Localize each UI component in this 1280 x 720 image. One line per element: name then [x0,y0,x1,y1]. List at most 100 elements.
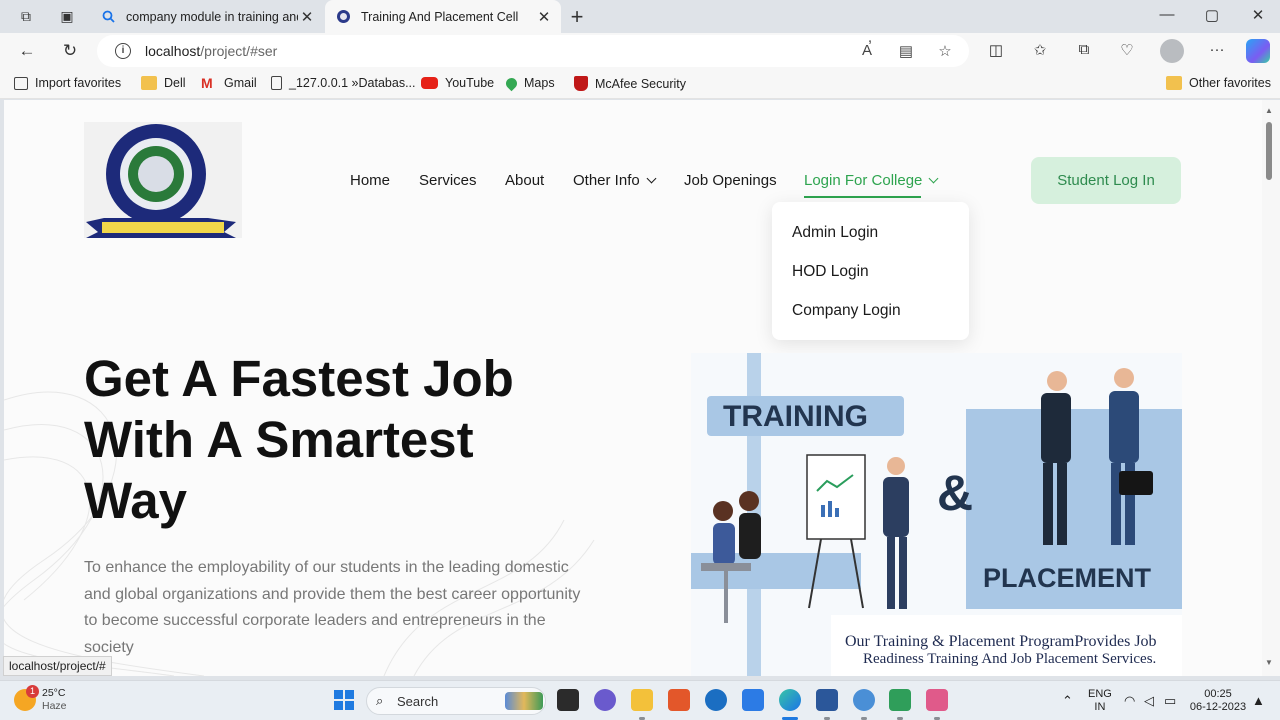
hero-description: To enhance the employability of our stud… [84,559,581,656]
favorite-label: Dell [164,76,186,90]
app-icon[interactable] [889,689,911,711]
favorite-mcafee[interactable]: McAfee Security [574,76,686,91]
volume-icon[interactable]: ◁ [1144,693,1154,709]
nav-login-for-college[interactable]: Login For College [804,172,939,189]
weather-temperature: 25°C [42,687,66,699]
favorite-star-icon[interactable]: ☆ [935,42,955,60]
hero-title-line: With A Smartest [84,411,474,468]
onedrive-icon[interactable] [853,689,875,711]
favorite-maps[interactable]: Maps [503,75,555,91]
teams-chat-icon[interactable] [594,689,616,711]
split-screen-icon[interactable]: ◫ [985,41,1007,59]
folder-icon [1166,76,1182,90]
page-scrollbar[interactable]: ▲ ▼ [1262,100,1280,676]
office-icon[interactable] [668,689,690,711]
clock[interactable]: 00:25 06-12-2023 [1188,688,1248,714]
more-menu-icon[interactable]: ··· [1206,41,1228,58]
task-view-icon[interactable] [557,689,579,711]
workspaces-icon[interactable]: ⧉ [14,6,38,26]
tab-actions-icon[interactable]: ▣ [55,6,79,26]
nav-other-info-label: Other Info [573,172,640,189]
notification-badge: 1 [26,685,39,698]
address-path: /project/#ser [200,43,278,59]
back-icon[interactable]: ← [14,39,40,63]
read-aloud-icon[interactable]: A̕ [857,42,877,59]
maximize-icon[interactable]: ▢ [1197,6,1227,24]
nav-other-info[interactable]: Other Info [573,172,657,189]
battery-icon[interactable]: ▭ [1164,693,1176,709]
admin-login-link[interactable]: Admin Login [792,224,878,242]
windows-taskbar: 1 25°C Haze ⌕ Search ⌃ ENG IN ◠ ◁ ▭ 00:2… [0,680,1280,720]
youtube-icon [421,77,438,89]
active-nav-underline [804,196,921,198]
edge-icon[interactable] [779,689,801,711]
browser-essentials-icon[interactable]: ♡ [1116,41,1138,59]
illustration-placement-text: PLACEMENT [983,563,1152,593]
copilot-icon[interactable] [1246,39,1270,63]
dell-icon[interactable] [705,689,727,711]
collections-icon[interactable]: ⧉ [1073,41,1095,58]
college-logo[interactable] [84,122,242,238]
minimize-icon[interactable]: — [1152,6,1182,23]
language-code: ENG [1088,688,1112,700]
nav-home[interactable]: Home [350,172,390,189]
clock-date: 06-12-2023 [1189,701,1247,713]
chevron-down-icon [928,173,939,184]
word-icon[interactable] [816,689,838,711]
site-info-icon[interactable]: i [115,43,131,59]
nav-job-openings[interactable]: Job Openings [684,172,777,189]
favorite-database[interactable]: _127.0.0.1 »Databas... [271,76,415,90]
nav-services[interactable]: Services [419,172,477,189]
favorite-dell[interactable]: Dell [141,76,186,90]
scroll-thumb[interactable] [1266,122,1272,180]
scroll-down-arrow-icon[interactable]: ▼ [1265,658,1273,667]
search-icon [100,9,116,25]
mcafee-icon [574,76,588,91]
tab-title: company module in training and [126,9,298,24]
close-tab-icon[interactable]: ✕ [535,8,553,26]
new-tab-icon[interactable]: + [566,4,588,30]
gmail-icon: M [201,75,213,91]
favorite-label: Other favorites [1189,76,1271,90]
favorite-import[interactable]: Import favorites [14,76,121,90]
folder-icon [141,76,157,90]
status-link-preview: localhost/project/# [3,656,112,676]
nav-about[interactable]: About [505,172,544,189]
company-login-link[interactable]: Company Login [792,302,901,320]
refresh-icon[interactable]: ↻ [57,39,83,63]
language-indicator[interactable]: ENG IN [1088,688,1112,714]
browser-title-bar: ⧉ ▣ company module in training and ✕ Tra… [0,0,1280,33]
college-logo-icon [335,9,351,25]
address-url[interactable]: localhost/project/#ser [145,43,277,59]
notification-bell-icon[interactable]: ▲ [1252,693,1265,708]
weather-sun-icon: 1 [14,685,39,711]
search-highlight-image [505,692,543,710]
close-window-icon[interactable]: ✕ [1243,6,1273,24]
student-login-button[interactable]: Student Log In [1031,157,1181,204]
snipping-tool-icon[interactable] [926,689,948,711]
start-windows-icon[interactable] [334,690,354,710]
file-explorer-icon[interactable] [631,689,653,711]
microsoft-store-icon[interactable] [742,689,764,711]
address-bar[interactable]: i localhost/project/#ser A̕ ▤ ☆ [97,35,969,67]
hod-login-link[interactable]: HOD Login [792,263,869,281]
wifi-icon[interactable]: ◠ [1124,693,1135,709]
weather-description: Haze [42,700,67,712]
address-host: localhost [145,43,201,59]
hero-title: Get A Fastest Job With A Smartest Way [84,348,604,531]
show-hidden-icons-icon[interactable]: ⌃ [1062,693,1073,709]
favorites-icon[interactable]: ✩ [1029,41,1051,59]
favorite-youtube[interactable]: YouTube [421,76,494,90]
favorite-label: Maps [524,76,555,90]
weather-widget[interactable]: 1 25°C Haze [14,685,67,713]
close-tab-icon[interactable]: ✕ [298,8,316,26]
taskbar-search[interactable]: ⌕ Search [366,687,546,715]
profile-avatar[interactable] [1160,39,1184,63]
favorite-other[interactable]: Other favorites [1166,76,1271,90]
favorite-gmail[interactable]: M Gmail [201,76,257,90]
tab-company-module[interactable]: company module in training and ✕ [90,0,324,33]
immersive-reader-icon[interactable]: ▤ [896,42,916,60]
favorite-label: Gmail [224,76,257,90]
tab-training-placement[interactable]: Training And Placement Cell ✕ [325,0,561,33]
scroll-up-arrow-icon[interactable]: ▲ [1265,106,1273,115]
